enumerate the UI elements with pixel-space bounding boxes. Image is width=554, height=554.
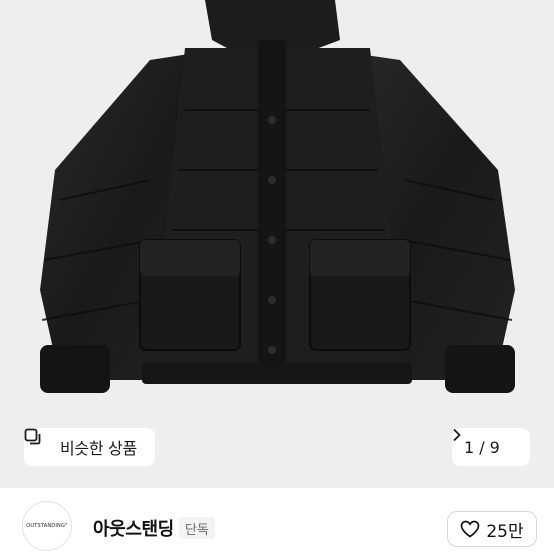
pager-separator: / bbox=[479, 437, 485, 457]
like-button[interactable]: 25만 bbox=[447, 511, 537, 547]
image-pager[interactable]: 1 / 9 bbox=[452, 428, 530, 466]
similar-products-label: 비슷한 상품 bbox=[60, 439, 137, 458]
avatar-logo-text: OUTSTANDING° bbox=[26, 523, 68, 529]
shop-name[interactable]: 아웃스탠딩 bbox=[93, 515, 174, 541]
jacket-illustration bbox=[40, 0, 515, 393]
pager-total: 9 bbox=[489, 437, 500, 457]
product-image[interactable]: 비슷한 상품 1 / 9 bbox=[0, 0, 554, 488]
heart-icon bbox=[460, 520, 480, 538]
exclusive-badge: 단독 bbox=[179, 517, 215, 539]
seller-row: OUTSTANDING° 아웃스탠딩 단독 25만 bbox=[0, 488, 554, 554]
pager-current: 1 bbox=[464, 437, 475, 457]
like-count: 25만 bbox=[486, 521, 524, 542]
seller-avatar[interactable]: OUTSTANDING° bbox=[22, 501, 72, 551]
similar-products-button[interactable]: 비슷한 상품 bbox=[24, 428, 155, 466]
copy-icon bbox=[24, 428, 54, 456]
